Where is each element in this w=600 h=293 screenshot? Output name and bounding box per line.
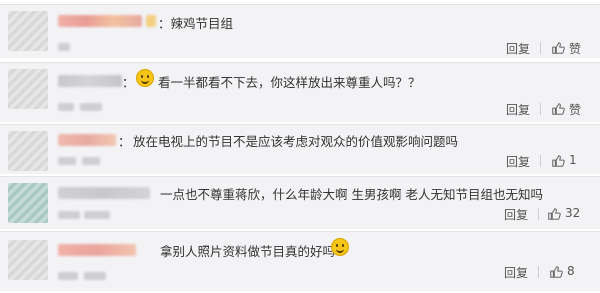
comment-prefix: ：	[122, 75, 135, 90]
timestamp	[58, 103, 74, 111]
comment-text: 放在电视上的节目不是应该考虑对观众的价值观影响问题吗	[133, 134, 459, 149]
username[interactable]	[58, 15, 142, 27]
reply-button[interactable]: 回复	[504, 264, 528, 281]
source	[84, 272, 106, 280]
source	[80, 103, 102, 111]
comment-prefix: ：	[118, 134, 131, 149]
like-label[interactable]: 赞	[569, 40, 581, 57]
reply-button[interactable]: 回复	[504, 206, 528, 223]
source	[82, 157, 100, 165]
avatar[interactable]	[8, 69, 48, 109]
comment-list: ：辣鸡节目组 回复 赞 ： 看一半都看不下去，你这样放出来尊重人吗？？ 回复 赞…	[0, 0, 600, 293]
timestamp	[58, 43, 70, 51]
reply-button[interactable]: 回复	[506, 153, 530, 170]
comment-text: 一点也不尊重蒋欣，什么年龄大啊 生男孩啊 老人无知节目组也无知吗	[160, 187, 543, 202]
username[interactable]	[58, 134, 116, 146]
comment-item: ： 放在电视上的节目不是应该考虑对观众的价值观影响问题吗 回复 1	[0, 124, 600, 174]
timestamp	[58, 157, 76, 165]
thumbs-up-icon[interactable]	[551, 102, 565, 116]
thumbs-up-icon[interactable]	[547, 207, 561, 221]
reply-button[interactable]: 回复	[506, 40, 530, 57]
comment-item: 拿别人照片资料做节目真的好吗 回复 8	[0, 231, 600, 291]
divider	[540, 155, 541, 167]
reply-button[interactable]: 回复	[506, 101, 530, 118]
avatar[interactable]	[8, 183, 48, 223]
thumbs-up-icon[interactable]	[551, 41, 565, 55]
username-tail	[146, 15, 156, 27]
smiley-emoji-icon	[331, 238, 349, 256]
username[interactable]	[58, 187, 150, 199]
comment-item: ：辣鸡节目组 回复 赞	[0, 4, 600, 58]
comment-item: 一点也不尊重蒋欣，什么年龄大啊 生男孩啊 老人无知节目组也无知吗 回复 32	[0, 176, 600, 229]
username[interactable]	[58, 244, 136, 256]
divider	[540, 42, 541, 54]
like-label[interactable]: 赞	[569, 101, 581, 118]
avatar[interactable]	[8, 131, 48, 171]
comment-text: ：辣鸡节目组	[158, 16, 234, 31]
divider	[540, 103, 541, 115]
thumbs-up-icon[interactable]	[549, 265, 563, 279]
source	[84, 211, 110, 219]
smiley-emoji-icon	[136, 69, 154, 87]
divider	[538, 266, 539, 278]
like-count: 8	[567, 264, 575, 278]
timestamp	[58, 272, 78, 280]
like-count: 1	[569, 153, 577, 167]
timestamp	[58, 211, 80, 219]
avatar[interactable]	[8, 240, 48, 280]
divider	[538, 208, 539, 220]
like-count: 32	[565, 206, 581, 220]
comment-text: 拿别人照片资料做节目真的好吗	[160, 244, 336, 259]
thumbs-up-icon[interactable]	[551, 154, 565, 168]
username[interactable]	[58, 75, 122, 87]
avatar[interactable]	[8, 11, 48, 51]
comment-text: 看一半都看不下去，你这样放出来尊重人吗？？	[158, 75, 421, 90]
comment-item: ： 看一半都看不下去，你这样放出来尊重人吗？？ 回复 赞	[0, 62, 600, 122]
